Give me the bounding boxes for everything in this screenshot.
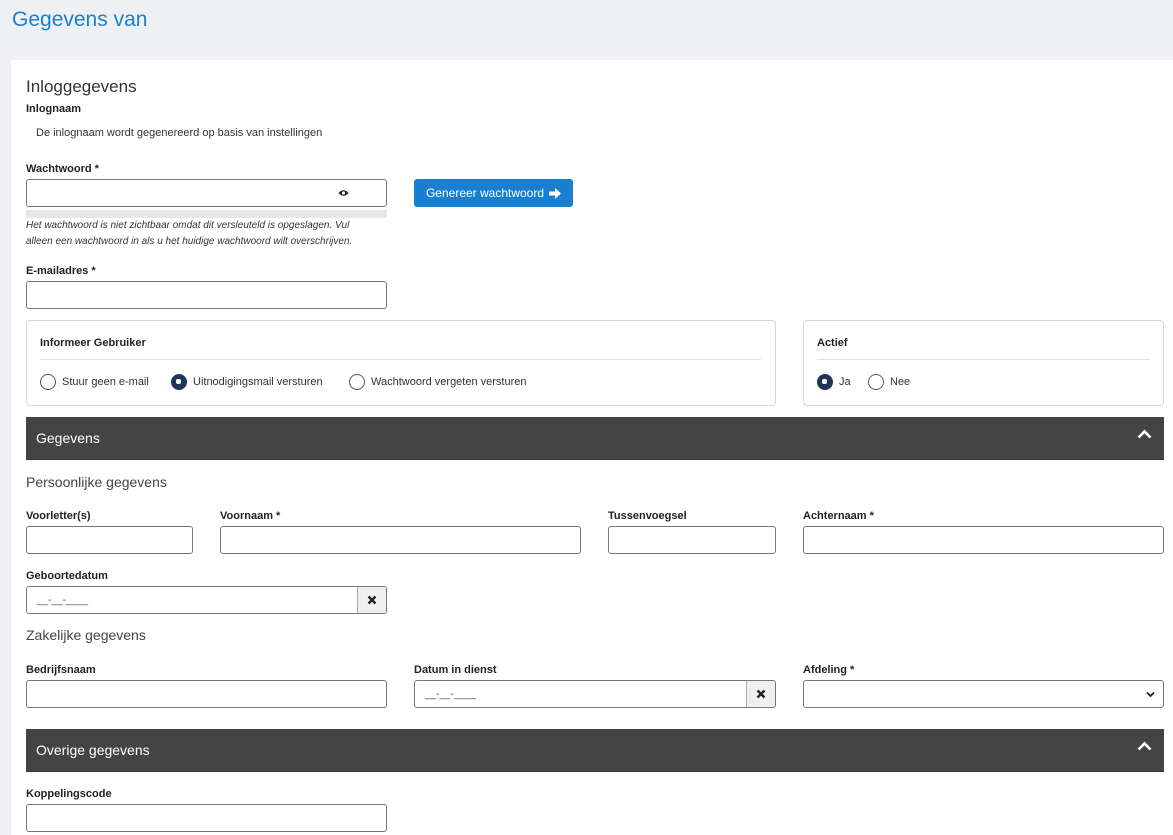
- startdate-input[interactable]: __-__-____: [414, 680, 776, 708]
- email-input[interactable]: [26, 281, 387, 309]
- birthdate-mask: __-__-____: [37, 595, 89, 606]
- username-note: De inlognaam wordt gegenereerd op basis …: [36, 127, 323, 139]
- initials-label: Voorletter(s): [26, 510, 91, 522]
- birthdate-clear-button[interactable]: [357, 587, 386, 613]
- startdate-mask: __-__-____: [425, 689, 477, 700]
- gegevens-section-title: Gegevens: [36, 430, 100, 446]
- eye-icon[interactable]: [338, 189, 349, 197]
- password-input[interactable]: [26, 179, 387, 207]
- chevron-down-icon: [1146, 691, 1155, 698]
- other-section-header[interactable]: Overige gegevens: [26, 729, 1164, 772]
- business-data-title: Zakelijke gegevens: [26, 627, 146, 643]
- radio-active-yes-label[interactable]: Ja: [839, 376, 851, 388]
- lastname-input[interactable]: [803, 526, 1164, 554]
- password-help-line-2: alleen een wachtwoord in als u het huidi…: [26, 236, 353, 247]
- department-select[interactable]: [803, 680, 1164, 708]
- chevron-up-icon[interactable]: [1137, 741, 1152, 751]
- page-title: Gegevens van: [12, 8, 148, 31]
- radio-no-email[interactable]: [40, 374, 56, 390]
- active-divider: [817, 359, 1150, 360]
- firstname-input[interactable]: [220, 526, 581, 554]
- radio-invitation-mail-label[interactable]: Uitnodigingsmail versturen: [193, 376, 323, 388]
- inform-user-divider: [40, 359, 761, 360]
- radio-invitation-mail[interactable]: [171, 374, 187, 390]
- company-input[interactable]: [26, 680, 387, 708]
- radio-no-email-label[interactable]: Stuur geen e-mail: [62, 376, 149, 388]
- gegevens-section-header[interactable]: Gegevens: [26, 417, 1164, 460]
- radio-active-no[interactable]: [868, 374, 884, 390]
- other-section-title: Overige gegevens: [36, 742, 150, 758]
- email-label: E-mailadres *: [26, 265, 96, 277]
- initials-input[interactable]: [26, 526, 193, 554]
- radio-active-no-label[interactable]: Nee: [890, 376, 910, 388]
- x-icon: [367, 595, 377, 605]
- inform-user-title: Informeer Gebruiker: [40, 337, 146, 349]
- birthdate-input[interactable]: __-__-____: [26, 586, 387, 614]
- x-icon: [756, 689, 766, 699]
- personal-data-title: Persoonlijke gegevens: [26, 474, 167, 490]
- inform-user-panel: Informeer Gebruiker Stuur geen e-mail Ui…: [26, 320, 776, 406]
- infix-label: Tussenvoegsel: [608, 510, 687, 522]
- user-form-card: Inloggegevens Inlognaam De inlognaam wor…: [11, 60, 1173, 835]
- generate-password-label: Genereer wachtwoord: [425, 186, 545, 200]
- radio-active-yes[interactable]: [817, 374, 833, 390]
- chevron-up-icon[interactable]: [1137, 429, 1152, 439]
- link-code-input[interactable]: [26, 804, 387, 832]
- birthdate-label: Geboortedatum: [26, 570, 108, 582]
- generate-password-button[interactable]: Genereer wachtwoord: [414, 179, 573, 207]
- link-code-label: Koppelingscode: [26, 788, 112, 800]
- active-title: Actief: [817, 337, 848, 349]
- username-label: Inlognaam: [26, 103, 82, 115]
- password-label: Wachtwoord *: [26, 163, 99, 175]
- password-help-line-1: Het wachtwoord is niet zichtbaar omdat d…: [26, 220, 350, 231]
- department-label: Afdeling *: [803, 664, 855, 676]
- startdate-label: Datum in dienst: [414, 664, 497, 676]
- active-panel: Actief Ja Nee: [803, 320, 1164, 406]
- firstname-label: Voornaam *: [220, 510, 281, 522]
- radio-forgot-password-label[interactable]: Wachtwoord vergeten versturen: [371, 376, 527, 388]
- arrow-right-icon: [549, 187, 562, 199]
- lastname-label: Achternaam *: [803, 510, 874, 522]
- startdate-clear-button[interactable]: [746, 681, 775, 707]
- radio-forgot-password[interactable]: [349, 374, 365, 390]
- password-strength-bar: [26, 210, 387, 218]
- login-section-title: Inloggegevens: [26, 77, 137, 96]
- infix-input[interactable]: [608, 526, 776, 554]
- company-label: Bedrijfsnaam: [26, 664, 96, 676]
